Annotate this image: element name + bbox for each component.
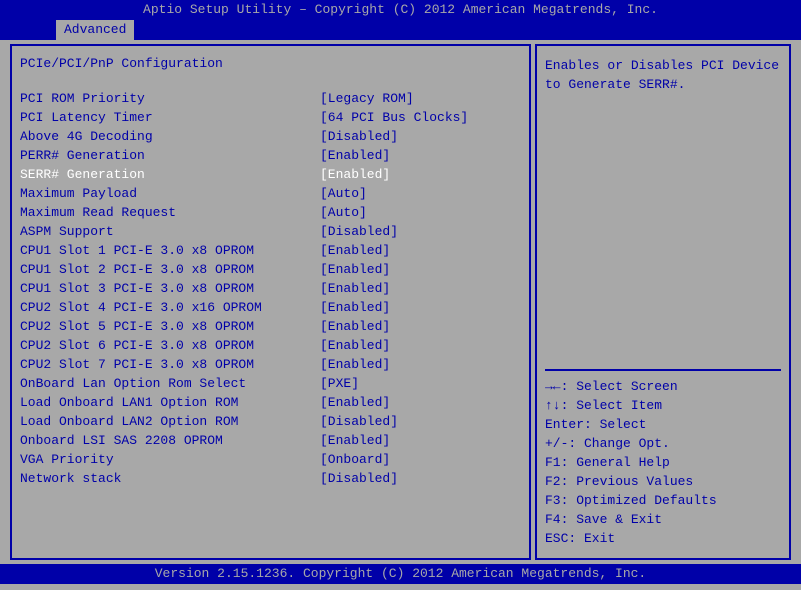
key-hint: +/-: Change Opt. xyxy=(545,434,781,453)
setting-row[interactable]: Maximum Read Request[Auto] xyxy=(20,203,521,222)
setting-label: CPU1 Slot 2 PCI-E 3.0 x8 OPROM xyxy=(20,260,320,279)
setting-value[interactable]: [Auto] xyxy=(320,203,521,222)
setting-value[interactable]: [64 PCI Bus Clocks] xyxy=(320,108,521,127)
setting-value[interactable]: [Disabled] xyxy=(320,469,521,488)
setting-label: Maximum Payload xyxy=(20,184,320,203)
setting-value[interactable]: [Disabled] xyxy=(320,412,521,431)
setting-row[interactable]: CPU2 Slot 4 PCI-E 3.0 x16 OPROM[Enabled] xyxy=(20,298,521,317)
setting-value[interactable]: [Enabled] xyxy=(320,317,521,336)
setting-row[interactable]: CPU2 Slot 5 PCI-E 3.0 x8 OPROM[Enabled] xyxy=(20,317,521,336)
setting-value[interactable]: [Enabled] xyxy=(320,279,521,298)
setting-row[interactable]: ASPM Support[Disabled] xyxy=(20,222,521,241)
settings-panel: PCIe/PCI/PnP Configuration PCI ROM Prior… xyxy=(10,44,531,560)
setting-row[interactable]: CPU1 Slot 1 PCI-E 3.0 x8 OPROM[Enabled] xyxy=(20,241,521,260)
setting-row[interactable]: Above 4G Decoding[Disabled] xyxy=(20,127,521,146)
settings-list: PCI ROM Priority[Legacy ROM]PCI Latency … xyxy=(20,89,521,488)
section-title: PCIe/PCI/PnP Configuration xyxy=(20,56,521,71)
setting-row[interactable]: CPU1 Slot 3 PCI-E 3.0 x8 OPROM[Enabled] xyxy=(20,279,521,298)
help-spacer xyxy=(545,94,781,365)
setting-value[interactable]: [Enabled] xyxy=(320,431,521,450)
setting-value[interactable]: [Enabled] xyxy=(320,355,521,374)
setting-row[interactable]: PERR# Generation[Enabled] xyxy=(20,146,521,165)
setting-row[interactable]: CPU2 Slot 7 PCI-E 3.0 x8 OPROM[Enabled] xyxy=(20,355,521,374)
key-hint: Enter: Select xyxy=(545,415,781,434)
key-hint: ↑↓: Select Item xyxy=(545,396,781,415)
setting-row[interactable]: PCI ROM Priority[Legacy ROM] xyxy=(20,89,521,108)
key-hint: F1: General Help xyxy=(545,453,781,472)
key-hint: F3: Optimized Defaults xyxy=(545,491,781,510)
bios-screen: Aptio Setup Utility – Copyright (C) 2012… xyxy=(0,0,801,590)
setting-value[interactable]: [Enabled] xyxy=(320,146,521,165)
setting-value[interactable]: [Onboard] xyxy=(320,450,521,469)
setting-value[interactable]: [Disabled] xyxy=(320,127,521,146)
setting-row[interactable]: CPU2 Slot 6 PCI-E 3.0 x8 OPROM[Enabled] xyxy=(20,336,521,355)
setting-row[interactable]: Load Onboard LAN2 Option ROM[Disabled] xyxy=(20,412,521,431)
setting-row[interactable]: PCI Latency Timer[64 PCI Bus Clocks] xyxy=(20,108,521,127)
setting-row[interactable]: CPU1 Slot 2 PCI-E 3.0 x8 OPROM[Enabled] xyxy=(20,260,521,279)
setting-value[interactable]: [Enabled] xyxy=(320,165,521,184)
setting-value[interactable]: [Disabled] xyxy=(320,222,521,241)
setting-label: CPU1 Slot 1 PCI-E 3.0 x8 OPROM xyxy=(20,241,320,260)
setting-label: Load Onboard LAN1 Option ROM xyxy=(20,393,320,412)
setting-value[interactable]: [Enabled] xyxy=(320,260,521,279)
setting-label: PCI Latency Timer xyxy=(20,108,320,127)
setting-row[interactable]: Maximum Payload[Auto] xyxy=(20,184,521,203)
key-hint: F4: Save & Exit xyxy=(545,510,781,529)
setting-value[interactable]: [Auto] xyxy=(320,184,521,203)
setting-label: PERR# Generation xyxy=(20,146,320,165)
key-hint: →←: Select Screen xyxy=(545,377,781,396)
setting-label: Above 4G Decoding xyxy=(20,127,320,146)
setting-row[interactable]: VGA Priority[Onboard] xyxy=(20,450,521,469)
footer-bar: Version 2.15.1236. Copyright (C) 2012 Am… xyxy=(0,564,801,584)
key-hint: F2: Previous Values xyxy=(545,472,781,491)
setting-row[interactable]: Network stack[Disabled] xyxy=(20,469,521,488)
setting-label: Load Onboard LAN2 Option ROM xyxy=(20,412,320,431)
setting-label: ASPM Support xyxy=(20,222,320,241)
setting-label: CPU2 Slot 4 PCI-E 3.0 x16 OPROM xyxy=(20,298,320,317)
header-bar: Aptio Setup Utility – Copyright (C) 2012… xyxy=(0,0,801,20)
tab-row: Advanced xyxy=(0,20,801,40)
help-text-line: to Generate SERR#. xyxy=(545,75,781,94)
setting-label: CPU2 Slot 6 PCI-E 3.0 x8 OPROM xyxy=(20,336,320,355)
key-hint: ESC: Exit xyxy=(545,529,781,548)
setting-label: PCI ROM Priority xyxy=(20,89,320,108)
help-divider xyxy=(545,369,781,371)
setting-row[interactable]: OnBoard Lan Option Rom Select[PXE] xyxy=(20,374,521,393)
setting-value[interactable]: [Legacy ROM] xyxy=(320,89,521,108)
help-text-line: Enables or Disables PCI Device xyxy=(545,56,781,75)
content-area: PCIe/PCI/PnP Configuration PCI ROM Prior… xyxy=(0,40,801,564)
setting-row[interactable]: Onboard LSI SAS 2208 OPROM[Enabled] xyxy=(20,431,521,450)
setting-value[interactable]: [PXE] xyxy=(320,374,521,393)
setting-label: Onboard LSI SAS 2208 OPROM xyxy=(20,431,320,450)
help-panel: Enables or Disables PCI Device to Genera… xyxy=(535,44,791,560)
setting-row[interactable]: Load Onboard LAN1 Option ROM[Enabled] xyxy=(20,393,521,412)
setting-value[interactable]: [Enabled] xyxy=(320,298,521,317)
setting-value[interactable]: [Enabled] xyxy=(320,336,521,355)
setting-value[interactable]: [Enabled] xyxy=(320,241,521,260)
setting-value[interactable]: [Enabled] xyxy=(320,393,521,412)
setting-label: CPU2 Slot 7 PCI-E 3.0 x8 OPROM xyxy=(20,355,320,374)
setting-label: Network stack xyxy=(20,469,320,488)
tab-advanced[interactable]: Advanced xyxy=(56,20,134,40)
setting-label: OnBoard Lan Option Rom Select xyxy=(20,374,320,393)
setting-label: VGA Priority xyxy=(20,450,320,469)
setting-label: CPU1 Slot 3 PCI-E 3.0 x8 OPROM xyxy=(20,279,320,298)
setting-label: CPU2 Slot 5 PCI-E 3.0 x8 OPROM xyxy=(20,317,320,336)
setting-label: SERR# Generation xyxy=(20,165,320,184)
setting-row[interactable]: SERR# Generation[Enabled] xyxy=(20,165,521,184)
setting-label: Maximum Read Request xyxy=(20,203,320,222)
key-hints: →←: Select Screen↑↓: Select ItemEnter: S… xyxy=(545,377,781,548)
